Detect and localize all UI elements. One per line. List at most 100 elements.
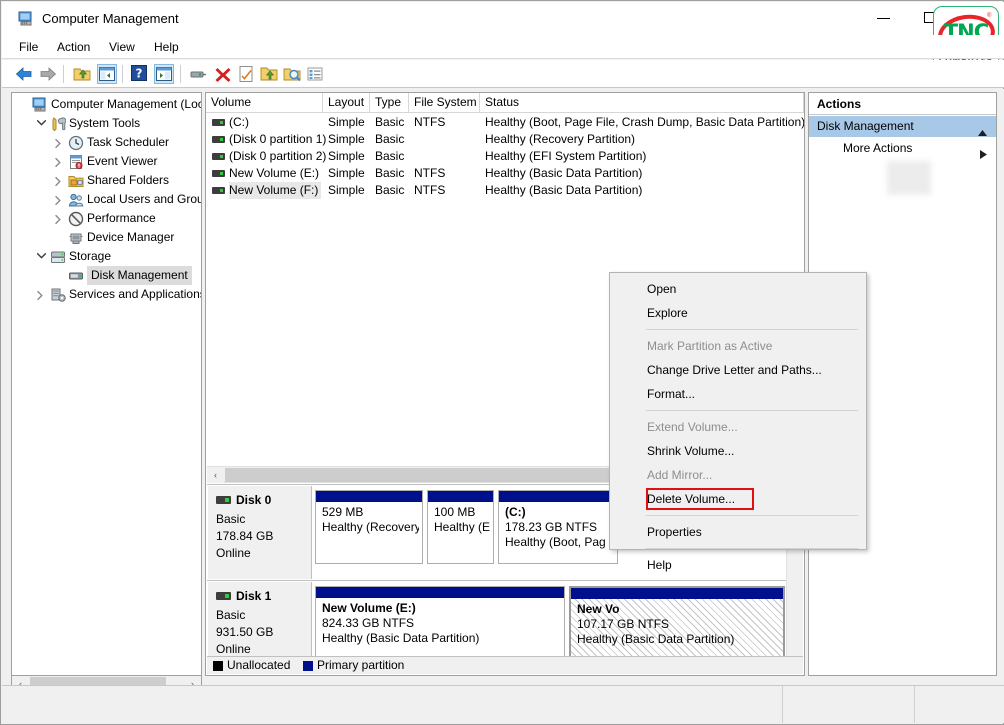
sidebar-item-label: Computer Management (Local bbox=[51, 97, 202, 111]
forward-icon[interactable] bbox=[38, 64, 58, 84]
disk-info-panel[interactable]: Disk 0 Basic 178.84 GB Online bbox=[208, 486, 312, 579]
disk-management-icon bbox=[68, 268, 84, 284]
partition-size: 100 MB bbox=[434, 505, 476, 519]
sidebar-item-computer-management-local[interactable]: Computer Management (Local bbox=[12, 95, 201, 114]
actions-pane-title: Actions bbox=[809, 93, 996, 115]
partition-block[interactable]: New Volume (E:) 824.33 GB NTFS Healthy (Ba… bbox=[315, 586, 565, 660]
chevron-right-icon[interactable] bbox=[52, 190, 66, 209]
cell-volume: (Disk 0 partition 1) bbox=[229, 132, 327, 146]
chevron-down-icon[interactable] bbox=[34, 247, 48, 266]
status-bar-divider-1 bbox=[782, 686, 783, 723]
chevron-down-icon[interactable] bbox=[34, 114, 48, 133]
refresh-icon[interactable] bbox=[188, 64, 208, 84]
volume-context-menu[interactable]: Open Explore Mark Partition as Active Chang… bbox=[609, 272, 867, 572]
table-row[interactable]: New Volume (E:) Simple Basic NTFS Healthy (B… bbox=[206, 165, 804, 182]
cell-status: Healthy (Basic Data Partition) bbox=[485, 166, 643, 180]
sidebar-item-local-users-and-groups[interactable]: Local Users and Groups bbox=[12, 190, 201, 209]
up-folder-icon[interactable] bbox=[72, 64, 92, 84]
rescan-disks-icon[interactable] bbox=[282, 64, 302, 84]
table-row[interactable]: New Volume (F:) Simple Basic NTFS Healthy (B… bbox=[206, 182, 804, 199]
cell-volume: New Volume (F:) bbox=[229, 182, 322, 199]
performance-icon bbox=[68, 211, 84, 227]
volume-icon bbox=[212, 170, 225, 177]
menu-file[interactable]: File bbox=[12, 39, 45, 56]
context-menu-item-explore[interactable]: Explore bbox=[611, 301, 865, 325]
context-menu-item-shrink-volume[interactable]: Shrink Volume... bbox=[611, 439, 865, 463]
table-row[interactable]: (Disk 0 partition 2) Simple Basic Healthy (… bbox=[206, 148, 804, 165]
show-hide-console-tree-icon[interactable] bbox=[97, 64, 117, 84]
partition-block[interactable]: 100 MBHealthy (EFI bbox=[427, 490, 494, 564]
partition-block[interactable]: 529 MB Healthy (Recovery bbox=[315, 490, 423, 564]
export-list-icon[interactable] bbox=[259, 64, 279, 84]
sidebar-item-disk-management[interactable]: Disk Management bbox=[12, 266, 201, 285]
chevron-right-icon[interactable] bbox=[52, 133, 66, 152]
console-tree-pane[interactable]: Computer Management (Local System Tools Ta… bbox=[11, 92, 202, 676]
context-menu-item-open[interactable]: Open bbox=[611, 277, 865, 301]
column-header-status[interactable]: Status bbox=[480, 93, 804, 112]
context-menu-item-delete-volume[interactable]: Delete Volume... bbox=[611, 487, 865, 511]
show-hide-action-pane-icon[interactable] bbox=[154, 64, 174, 84]
partition-status: Healthy (Recovery bbox=[322, 520, 419, 534]
menu-action[interactable]: Action bbox=[50, 39, 97, 56]
cell-layout: Simple bbox=[328, 183, 365, 197]
sidebar-item-services-and-applications[interactable]: Services and Applications bbox=[12, 285, 201, 304]
list-scroll-left-button[interactable]: ‹ bbox=[207, 467, 224, 483]
minimize-button[interactable] bbox=[862, 3, 908, 33]
context-menu-item-help[interactable]: Help bbox=[611, 553, 865, 577]
delete-icon[interactable] bbox=[213, 64, 233, 84]
partition-text: New Volume (E:) 824.33 GB NTFS Healthy (Ba… bbox=[322, 601, 561, 646]
context-menu-item-change-drive-letter-and-paths[interactable]: Change Drive Letter and Paths... bbox=[611, 358, 865, 382]
legend-swatch bbox=[303, 661, 313, 671]
system-tools-icon bbox=[50, 116, 67, 132]
context-menu-item-properties[interactable]: Properties bbox=[611, 520, 865, 544]
disk-info-panel[interactable]: Disk 1 Basic 931.50 GB Online bbox=[208, 582, 312, 665]
actions-item-label: More Actions bbox=[843, 141, 913, 155]
window-title: Computer Management bbox=[42, 11, 179, 26]
partition-block[interactable]: (C:) 178.23 GB NTFS Healthy (Boot, Pag bbox=[498, 490, 618, 564]
context-menu-separator bbox=[646, 515, 858, 516]
partition-block[interactable]: New Vo 107.17 GB NTFS Healthy (Basic Data … bbox=[569, 586, 785, 660]
menu-view[interactable]: View bbox=[102, 39, 142, 56]
column-header-type[interactable]: Type bbox=[370, 93, 409, 112]
disk-icon bbox=[216, 592, 231, 600]
sidebar-item-performance[interactable]: Performance bbox=[12, 209, 201, 228]
cell-file-system: NTFS bbox=[414, 115, 446, 129]
partition-status: Healthy (EFI bbox=[434, 520, 490, 534]
column-header-layout[interactable]: Layout bbox=[323, 93, 370, 112]
context-menu-separator bbox=[646, 329, 858, 330]
disk-detail-line: Online bbox=[216, 546, 251, 560]
help-icon[interactable]: ? bbox=[130, 64, 150, 84]
actions-item-more-actions[interactable]: More Actions bbox=[809, 137, 996, 159]
sidebar-item-device-manager[interactable]: Device Manager bbox=[12, 228, 201, 247]
table-row[interactable]: (Disk 0 partition 1) Simple Basic Healthy (… bbox=[206, 131, 804, 148]
column-header-volume[interactable]: Volume bbox=[206, 93, 323, 112]
sidebar-item-shared-folders[interactable]: Shared Folders bbox=[12, 171, 201, 190]
sidebar-item-label: Task Scheduler bbox=[87, 135, 170, 149]
chevron-right-icon[interactable] bbox=[52, 152, 66, 171]
sidebar-item-system-tools[interactable]: System Tools bbox=[12, 114, 201, 133]
legend-label: Unallocated bbox=[227, 658, 291, 672]
title-bar: Computer Management TNC ® COMPUTER bbox=[2, 2, 1004, 74]
properties-icon[interactable] bbox=[236, 64, 256, 84]
partition-type-band bbox=[316, 491, 422, 502]
sidebar-item-storage[interactable]: Storage bbox=[12, 247, 201, 266]
cell-type: Basic bbox=[375, 132, 405, 146]
chevron-right-icon[interactable] bbox=[34, 285, 48, 304]
partition-title: New Vo bbox=[577, 602, 620, 616]
back-icon[interactable] bbox=[14, 64, 34, 84]
sidebar-item-label: Services and Applications bbox=[69, 287, 202, 301]
chevron-right-icon[interactable] bbox=[52, 209, 66, 228]
table-row[interactable]: (C:) Simple Basic NTFS Healthy (Boot, Page F… bbox=[206, 114, 804, 131]
sidebar-item-event-viewer[interactable]: Event Viewer bbox=[12, 152, 201, 171]
partition-size: 529 MB bbox=[322, 505, 364, 519]
disk-detail-line: Online bbox=[216, 642, 251, 656]
partition-status: Healthy (Basic Data Partition) bbox=[322, 631, 480, 645]
context-menu-item-format[interactable]: Format... bbox=[611, 382, 865, 406]
chevron-right-icon[interactable] bbox=[52, 171, 66, 190]
menu-help[interactable]: Help bbox=[147, 39, 186, 56]
svg-text:?: ? bbox=[136, 67, 143, 81]
list-view-icon[interactable] bbox=[305, 64, 325, 84]
actions-group-disk-management[interactable]: Disk Management bbox=[809, 116, 996, 137]
sidebar-item-task-scheduler[interactable]: Task Scheduler bbox=[12, 133, 201, 152]
column-header-file-system[interactable]: File System bbox=[409, 93, 480, 112]
